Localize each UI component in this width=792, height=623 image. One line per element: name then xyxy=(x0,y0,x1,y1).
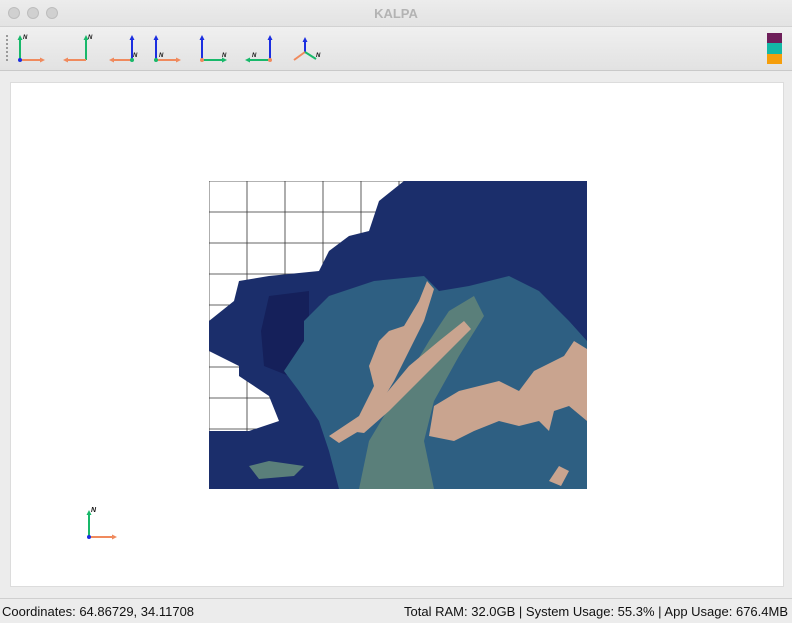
map-canvas[interactable]: N xyxy=(10,82,784,587)
view-north-up-left-button[interactable]: N xyxy=(14,30,48,66)
view-north-up-right-button[interactable]: N xyxy=(60,30,94,66)
axes-north-up-right-icon: N xyxy=(63,35,93,63)
status-bar: Coordinates: 64.86729, 34.11708 Total RA… xyxy=(0,598,792,623)
view-north-up-west-button[interactable]: N xyxy=(242,30,276,66)
view-north-up-center-button[interactable]: N xyxy=(106,30,140,66)
coordinates-readout: Coordinates: 64.86729, 34.11708 xyxy=(2,604,195,619)
svg-text:N: N xyxy=(159,53,164,59)
svg-text:N: N xyxy=(91,507,97,514)
memory-usage-readout: Total RAM: 32.0GB | System Usage: 55.3% … xyxy=(404,604,788,619)
north-compass: N xyxy=(83,503,123,545)
axes-north-up-left-icon: N xyxy=(17,35,45,63)
axes-perspective-icon: N xyxy=(293,37,321,61)
svg-text:N: N xyxy=(252,53,257,59)
toolbar-grip-handle[interactable] xyxy=(6,35,8,61)
bathymetry-map[interactable] xyxy=(209,181,587,489)
color-palette-swatch[interactable] xyxy=(767,33,782,64)
map-layer xyxy=(209,181,587,489)
svg-text:N: N xyxy=(88,35,93,41)
axes-blue-up-green-right-icon: N xyxy=(199,35,227,63)
view-perspective-button[interactable]: N xyxy=(288,30,322,66)
view-north-up-both-button[interactable]: N xyxy=(150,30,184,66)
palette-swatch-purple xyxy=(767,33,782,44)
svg-text:N: N xyxy=(23,35,28,41)
palette-swatch-orange xyxy=(767,53,782,64)
title-bar: KALPA xyxy=(0,0,792,27)
svg-text:N: N xyxy=(222,53,227,59)
svg-text:N: N xyxy=(133,53,138,59)
window-title: KALPA xyxy=(374,6,418,21)
north-arrow-icon: N xyxy=(86,507,117,540)
svg-text:N: N xyxy=(316,53,321,59)
toolbar: N N N N N N N xyxy=(0,27,792,71)
view-north-up-east-button[interactable]: N xyxy=(196,30,230,66)
palette-swatch-teal xyxy=(767,43,782,54)
axes-blue-up-right-icon: N xyxy=(153,35,181,63)
axes-blue-up-green-left-icon: N xyxy=(245,35,273,63)
axes-blue-up-icon: N xyxy=(109,35,138,63)
